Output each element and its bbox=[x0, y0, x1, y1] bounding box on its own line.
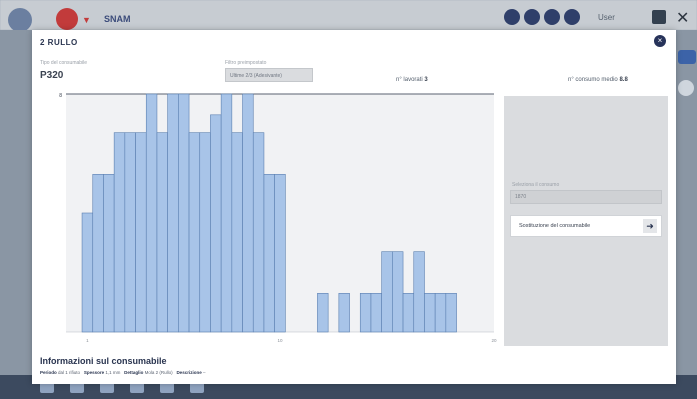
histogram-bar-9 bbox=[178, 93, 190, 333]
info-description-label: Descrizione bbox=[176, 370, 202, 375]
histogram-bar-12 bbox=[210, 114, 222, 333]
preset-filter-select[interactable]: Ultime 2/3 (Adesivante) bbox=[225, 68, 313, 82]
consumable-modal: 2 RULLO × Tipo del consumabile P320 Filt… bbox=[32, 30, 676, 384]
histogram-bar-23 bbox=[381, 251, 393, 333]
toolbar-round-icon-1 bbox=[504, 9, 520, 25]
y-tick-label: 8 bbox=[59, 93, 62, 99]
histogram-bar-18 bbox=[274, 174, 286, 333]
consumable-type-value: P320 bbox=[40, 70, 64, 81]
modal-title: 2 RULLO bbox=[40, 38, 78, 47]
histogram-bar-17 bbox=[263, 174, 275, 333]
info-description-value: – bbox=[202, 370, 206, 375]
app-logo-icon bbox=[8, 8, 32, 32]
stat-lavori-label: n° lavorati bbox=[396, 77, 423, 83]
home-link: SNAM bbox=[104, 14, 131, 24]
stat-consumo-value: 8.8 bbox=[619, 77, 628, 83]
histogram-bar-21 bbox=[359, 293, 372, 333]
histogram-bar-14 bbox=[231, 132, 243, 333]
consumption-field-label: Seleziona il consumo bbox=[512, 182, 560, 188]
replace-consumable-button[interactable]: Sostituzione del consumabile ➜ bbox=[510, 215, 662, 237]
info-thickness-value: 1,1 mm bbox=[105, 370, 121, 375]
histogram-bar-2 bbox=[103, 174, 115, 333]
histogram-bar-13 bbox=[220, 93, 233, 333]
histogram-bar-4 bbox=[124, 132, 136, 333]
histogram-bar-20 bbox=[338, 293, 350, 333]
info-period-value: dal 1 rifiuto bbox=[58, 370, 81, 375]
histogram-bar-3 bbox=[113, 132, 126, 333]
histogram-bar-19 bbox=[317, 293, 329, 333]
histogram-bar-1 bbox=[92, 174, 104, 333]
x-tick-label-1: 10 bbox=[277, 338, 283, 343]
chevron-down-icon: ▼ bbox=[82, 15, 91, 25]
x-tick-label-0: 1 bbox=[86, 338, 89, 343]
stat-lavori: n° lavorati 3 bbox=[396, 77, 428, 83]
info-thickness-label: Spessore bbox=[83, 370, 105, 375]
toolbar-round-icon-2 bbox=[524, 9, 540, 25]
arrow-right-icon: ➜ bbox=[643, 219, 657, 233]
background-right-circle-icon bbox=[678, 80, 694, 96]
consumable-type-label: Tipo del consumabile bbox=[40, 60, 88, 66]
histogram-bar-29 bbox=[445, 293, 457, 333]
toolbar-round-icon-3 bbox=[544, 9, 560, 25]
histogram-bar-28 bbox=[434, 293, 447, 333]
histogram-bar-22 bbox=[370, 293, 382, 333]
histogram-bar-16 bbox=[252, 132, 265, 333]
background-left-panel bbox=[0, 30, 32, 375]
x-tick-label-2: 20 bbox=[491, 338, 497, 343]
toolbar-round-icon-4 bbox=[564, 9, 580, 25]
stat-lavori-value: 3 bbox=[424, 77, 428, 83]
histogram-bar-15 bbox=[242, 93, 254, 333]
stat-consumo-label: n° consumo medio bbox=[568, 77, 618, 83]
histogram-bar-24 bbox=[392, 251, 404, 333]
histogram-bar-6 bbox=[145, 93, 158, 333]
replace-consumable-label: Sostituzione del consumabile bbox=[519, 223, 591, 229]
preset-filter-label: Filtro preimpostato bbox=[225, 60, 267, 66]
background-right-button bbox=[678, 50, 696, 64]
info-detail-value: Mola 2 (Rullo) bbox=[144, 370, 173, 375]
histogram-bar-11 bbox=[199, 132, 211, 333]
info-details: Periodo dal 1 rifiuto Spessore 1,1 mm De… bbox=[40, 370, 205, 375]
histogram-bar-25 bbox=[402, 293, 415, 333]
histogram-bar-27 bbox=[424, 293, 436, 333]
histogram-bar-7 bbox=[156, 132, 168, 333]
info-detail-label: Dettaglio bbox=[124, 370, 144, 375]
replacement-panel: Seleziona il consumo 1870 Sostituzione d… bbox=[504, 96, 668, 346]
histogram-bar-0 bbox=[81, 212, 94, 333]
info-heading: Informazioni sul consumabile bbox=[40, 356, 167, 366]
consumption-histogram: 8 1 10 20 bbox=[59, 93, 497, 343]
user-label: User bbox=[598, 13, 615, 22]
window-icon bbox=[652, 10, 666, 24]
histogram-bar-10 bbox=[188, 132, 201, 333]
stat-consumo: n° consumo medio 8.8 bbox=[568, 77, 628, 83]
histogram-bar-26 bbox=[413, 251, 425, 333]
info-period-label: Periodo bbox=[40, 370, 57, 375]
alert-menu-icon bbox=[56, 8, 78, 30]
histogram-bar-5 bbox=[135, 132, 147, 333]
background-close-icon: ✕ bbox=[676, 10, 690, 27]
close-icon[interactable]: × bbox=[654, 35, 666, 47]
histogram-bar-8 bbox=[167, 93, 179, 333]
consumption-field[interactable]: 1870 bbox=[510, 190, 662, 204]
